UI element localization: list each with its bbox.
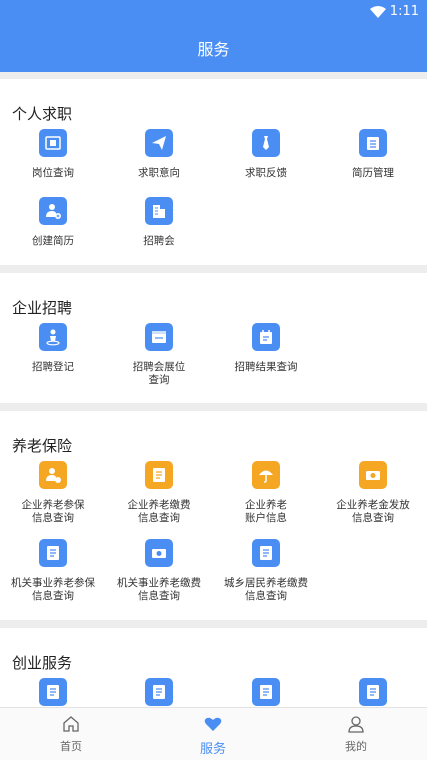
tab-label: 服务	[199, 742, 226, 757]
wifi-icon	[369, 5, 386, 18]
status-time: 1:11	[389, 4, 419, 19]
item-recruit-result[interactable]: 招聘结果查询	[213, 323, 319, 374]
home-icon	[63, 716, 79, 732]
heart-icon	[204, 717, 222, 731]
item-rural-pension-payment[interactable]: 城乡居民养老缴费 信息查询	[213, 539, 319, 603]
money-icon	[145, 539, 173, 567]
id-card-icon	[39, 129, 67, 157]
item-entrepreneur-3[interactable]	[213, 678, 319, 706]
page-title: 服务	[197, 40, 230, 59]
section-personal-job: 个人求职 岗位查询 求职意向 求职反馈 简历管理 创建简历 招聘会	[0, 79, 427, 265]
item-label: 企业养老参保 信息查询	[21, 499, 85, 524]
item-label: 招聘会	[143, 235, 175, 247]
status-bar: 1:11	[369, 4, 419, 19]
item-job-search[interactable]: 岗位查询	[0, 129, 106, 180]
item-label: 企业养老缴费 信息查询	[127, 499, 191, 524]
money-icon	[359, 461, 387, 489]
paper-plane-icon	[145, 129, 173, 157]
item-label: 简历管理	[352, 167, 394, 179]
tab-mine[interactable]: 我的	[285, 714, 427, 754]
tab-label: 我的	[345, 740, 367, 753]
bottom-tab-bar: 首页 服务 我的	[0, 707, 427, 760]
item-label: 城乡居民养老缴费 信息查询	[224, 577, 308, 602]
item-label: 招聘登记	[32, 361, 74, 373]
item-fair-booth[interactable]: 招聘会展位 查询	[106, 323, 212, 387]
section-enterprise-recruit: 企业招聘 招聘登记 招聘会展位 查询 招聘结果查询	[0, 273, 427, 403]
document-icon	[145, 461, 173, 489]
item-entrepreneur-2[interactable]	[106, 678, 212, 706]
location-person-icon	[39, 323, 67, 351]
item-job-fair[interactable]: 招聘会	[106, 197, 212, 248]
tie-icon	[252, 129, 280, 157]
item-label: 机关事业养老参保 信息查询	[11, 577, 95, 602]
document-icon	[39, 539, 67, 567]
item-entrepreneur-4[interactable]	[320, 678, 426, 706]
tab-label: 首页	[60, 740, 82, 753]
section-title: 个人求职	[12, 105, 73, 123]
item-gov-pension-enroll[interactable]: 机关事业养老参保 信息查询	[0, 539, 106, 603]
section-title: 创业服务	[12, 654, 73, 672]
item-create-resume[interactable]: 创建简历	[0, 197, 106, 248]
building-icon	[145, 197, 173, 225]
document-icon	[145, 678, 173, 706]
section-entrepreneurship: 创业服务	[0, 628, 427, 707]
section-pension-insurance: 养老保险 企业养老参保 信息查询 企业养老缴费 信息查询 企业养老 账户信息 企…	[0, 411, 427, 620]
notepad-icon	[359, 129, 387, 157]
item-pension-enroll[interactable]: 企业养老参保 信息查询	[0, 461, 106, 525]
tab-home[interactable]: 首页	[0, 714, 142, 754]
item-pension-payment[interactable]: 企业养老缴费 信息查询	[106, 461, 212, 525]
section-title: 养老保险	[12, 437, 73, 455]
umbrella-icon	[252, 461, 280, 489]
item-label: 机关事业养老缴费 信息查询	[117, 577, 201, 602]
item-recruit-register[interactable]: 招聘登记	[0, 323, 106, 374]
item-label: 岗位查询	[32, 167, 74, 179]
item-pension-distribution[interactable]: 企业养老金发放 信息查询	[320, 461, 426, 525]
item-resume-management[interactable]: 简历管理	[320, 129, 426, 180]
item-job-intention[interactable]: 求职意向	[106, 129, 212, 180]
booth-icon	[145, 323, 173, 351]
document-icon	[252, 678, 280, 706]
add-user-icon	[39, 197, 67, 225]
item-label: 招聘会展位 查询	[132, 361, 186, 386]
user-settings-icon	[39, 461, 67, 489]
user-icon	[348, 716, 364, 733]
item-label: 招聘结果查询	[234, 361, 298, 373]
document-icon	[359, 678, 387, 706]
item-entrepreneur-1[interactable]	[0, 678, 106, 706]
item-label: 创建简历	[32, 235, 74, 247]
section-title: 企业招聘	[12, 299, 73, 317]
document-icon	[39, 678, 67, 706]
item-label: 求职反馈	[245, 167, 287, 179]
item-label: 求职意向	[138, 167, 180, 179]
item-job-feedback[interactable]: 求职反馈	[213, 129, 319, 180]
tab-service[interactable]: 服务	[142, 714, 284, 757]
item-gov-pension-payment[interactable]: 机关事业养老缴费 信息查询	[106, 539, 212, 603]
item-pension-account[interactable]: 企业养老 账户信息	[213, 461, 319, 525]
calendar-icon	[252, 323, 280, 351]
item-label: 企业养老 账户信息	[245, 499, 287, 524]
app-header: 1:11 服务	[0, 0, 427, 72]
item-label: 企业养老金发放 信息查询	[336, 499, 410, 524]
document-icon	[252, 539, 280, 567]
